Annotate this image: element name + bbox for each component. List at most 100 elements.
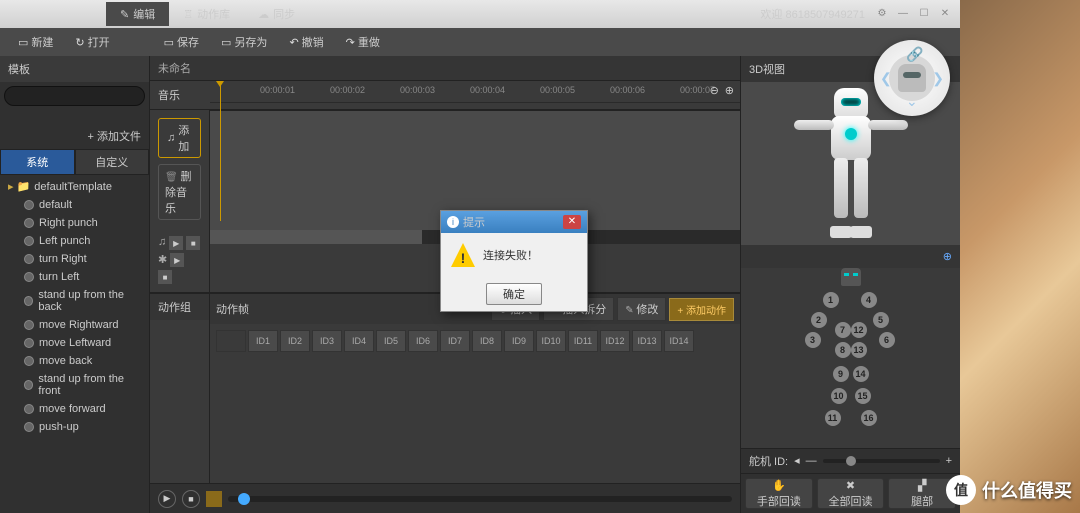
- id-slot[interactable]: ID3: [312, 330, 342, 352]
- dialog-ok-button[interactable]: 确定: [486, 283, 542, 305]
- list-item[interactable]: stand up from the front: [0, 370, 149, 400]
- tab-system[interactable]: 系统: [0, 149, 75, 175]
- zoom-in-icon[interactable]: ⊕: [725, 84, 734, 97]
- id-slot[interactable]: ID13: [632, 330, 662, 352]
- expand-icon[interactable]: ⊕: [943, 250, 952, 263]
- action-frame-panel: 动作帧 ⇪ 插入 ✂ 插入拆分 ✎ 修改 + 添加动作 ID1 ID2 ID3 …: [210, 294, 740, 483]
- dialog-close-button[interactable]: ✕: [563, 215, 581, 229]
- hand-read-button[interactable]: ✋手部回读: [745, 478, 813, 509]
- tab-edit[interactable]: ✎编辑: [106, 2, 169, 26]
- main-tabs: ✎编辑 ♖动作库 ☁同步: [106, 2, 309, 26]
- joint-3[interactable]: 3: [805, 332, 821, 348]
- joint-8[interactable]: 8: [835, 342, 851, 358]
- add-music-button[interactable]: ♫添加: [158, 118, 201, 158]
- all-read-button[interactable]: ✖全部回读: [817, 478, 885, 509]
- joint-16[interactable]: 16: [861, 410, 877, 426]
- navigation-orb[interactable]: 🔗 ❮ ❯ ⌄: [874, 40, 950, 116]
- hand-icon: ✋: [772, 479, 786, 492]
- id-slot[interactable]: ID1: [248, 330, 278, 352]
- servo-plus-icon[interactable]: +: [946, 455, 952, 467]
- joint-14[interactable]: 14: [853, 366, 869, 382]
- close-button[interactable]: ✕: [936, 7, 954, 21]
- zoom-out-icon[interactable]: ⊖: [710, 84, 719, 97]
- id-slot[interactable]: ID9: [504, 330, 534, 352]
- library-icon: ♖: [183, 8, 193, 21]
- id-slot[interactable]: ID2: [280, 330, 310, 352]
- robot-3d-model: [796, 88, 906, 238]
- list-item[interactable]: move Leftward: [0, 334, 149, 352]
- servo-minus-icon[interactable]: —: [806, 455, 817, 467]
- joint-1[interactable]: 1: [823, 292, 839, 308]
- joint-13[interactable]: 13: [851, 342, 867, 358]
- joint-2[interactable]: 2: [811, 312, 827, 328]
- id-slot[interactable]: ID14: [664, 330, 694, 352]
- play-all-button[interactable]: ▶: [158, 490, 176, 508]
- list-item[interactable]: move back: [0, 352, 149, 370]
- arrow-down-icon[interactable]: ⌄: [906, 93, 918, 110]
- stop2-button[interactable]: ■: [158, 270, 172, 284]
- list-item[interactable]: turn Left: [0, 268, 149, 286]
- open-button[interactable]: ↻ 打开: [65, 30, 119, 54]
- undo-button[interactable]: ↶ 撤销: [279, 30, 333, 54]
- id-slot[interactable]: ID4: [344, 330, 374, 352]
- minimize-button[interactable]: —: [894, 7, 912, 21]
- servo-prev-icon[interactable]: ◂: [794, 454, 800, 467]
- modify-button[interactable]: ✎ 修改: [617, 297, 666, 321]
- add-file-button[interactable]: + 添加文件: [0, 123, 149, 149]
- action-group-panel: 动作组: [150, 294, 210, 483]
- joint-4[interactable]: 4: [861, 292, 877, 308]
- joint-diagram[interactable]: 1 4 2 5 3 6 7 12 8 13 9 14 10 15 11 16: [741, 268, 960, 448]
- joint-15[interactable]: 15: [855, 388, 871, 404]
- list-item[interactable]: push-up: [0, 418, 149, 436]
- save-button[interactable]: ▭ 保存: [154, 30, 209, 54]
- timeline-ruler[interactable]: 00:00:01 00:00:02 00:00:03 00:00:04 00:0…: [210, 81, 740, 103]
- list-item[interactable]: move forward: [0, 400, 149, 418]
- maximize-button[interactable]: ☐: [915, 7, 933, 21]
- id-slot[interactable]: [216, 330, 246, 352]
- folder-item[interactable]: ▸ 📁defaultTemplate: [0, 177, 149, 196]
- progress-slider[interactable]: [228, 496, 732, 502]
- list-item[interactable]: move Rightward: [0, 316, 149, 334]
- list-item[interactable]: turn Right: [0, 250, 149, 268]
- joint-10[interactable]: 10: [831, 388, 847, 404]
- redo-button[interactable]: ↷ 重做: [336, 30, 390, 54]
- id-slot[interactable]: ID12: [600, 330, 630, 352]
- list-item[interactable]: default: [0, 196, 149, 214]
- id-slot[interactable]: ID7: [440, 330, 470, 352]
- saveas-button[interactable]: ▭ 另存为: [211, 30, 277, 54]
- joint-7[interactable]: 7: [835, 322, 851, 338]
- list-item[interactable]: stand up from the back: [0, 286, 149, 316]
- list-item[interactable]: Left punch: [0, 232, 149, 250]
- id-slot[interactable]: ID11: [568, 330, 598, 352]
- joint-9[interactable]: 9: [833, 366, 849, 382]
- play2-button[interactable]: ▶: [170, 253, 184, 267]
- arrow-left-icon[interactable]: ❮: [880, 70, 892, 87]
- id-slot[interactable]: ID5: [376, 330, 406, 352]
- timeline[interactable]: 00:00:01 00:00:02 00:00:03 00:00:04 00:0…: [210, 81, 740, 109]
- joint-5[interactable]: 5: [873, 312, 889, 328]
- add-action-button[interactable]: + 添加动作: [669, 298, 734, 321]
- id-slot[interactable]: ID8: [472, 330, 502, 352]
- music-toggle[interactable]: [206, 491, 222, 507]
- play-button[interactable]: ▶: [169, 236, 183, 250]
- stop-button[interactable]: ■: [186, 236, 200, 250]
- servo-label: 舵机 ID:: [749, 453, 788, 469]
- stop-all-button[interactable]: ■: [182, 490, 200, 508]
- tab-library[interactable]: ♖动作库: [169, 2, 244, 26]
- delete-music-button[interactable]: 🗑 删除音乐: [158, 164, 201, 220]
- joint-6[interactable]: 6: [879, 332, 895, 348]
- arrow-right-icon[interactable]: ❯: [932, 70, 944, 87]
- search-input[interactable]: [4, 86, 145, 106]
- tab-sync[interactable]: ☁同步: [244, 2, 309, 26]
- id-slot[interactable]: ID10: [536, 330, 566, 352]
- new-button[interactable]: ▭ 新建: [8, 30, 63, 54]
- joint-11[interactable]: 11: [825, 410, 841, 426]
- list-item[interactable]: Right punch: [0, 214, 149, 232]
- tab-custom[interactable]: 自定义: [75, 149, 150, 175]
- settings-icon[interactable]: ⚙: [873, 7, 891, 21]
- playhead-marker[interactable]: [220, 81, 221, 221]
- servo-slider[interactable]: [823, 459, 940, 463]
- id-slot[interactable]: ID6: [408, 330, 438, 352]
- joint-12[interactable]: 12: [851, 322, 867, 338]
- action-frame-body[interactable]: [210, 358, 740, 483]
